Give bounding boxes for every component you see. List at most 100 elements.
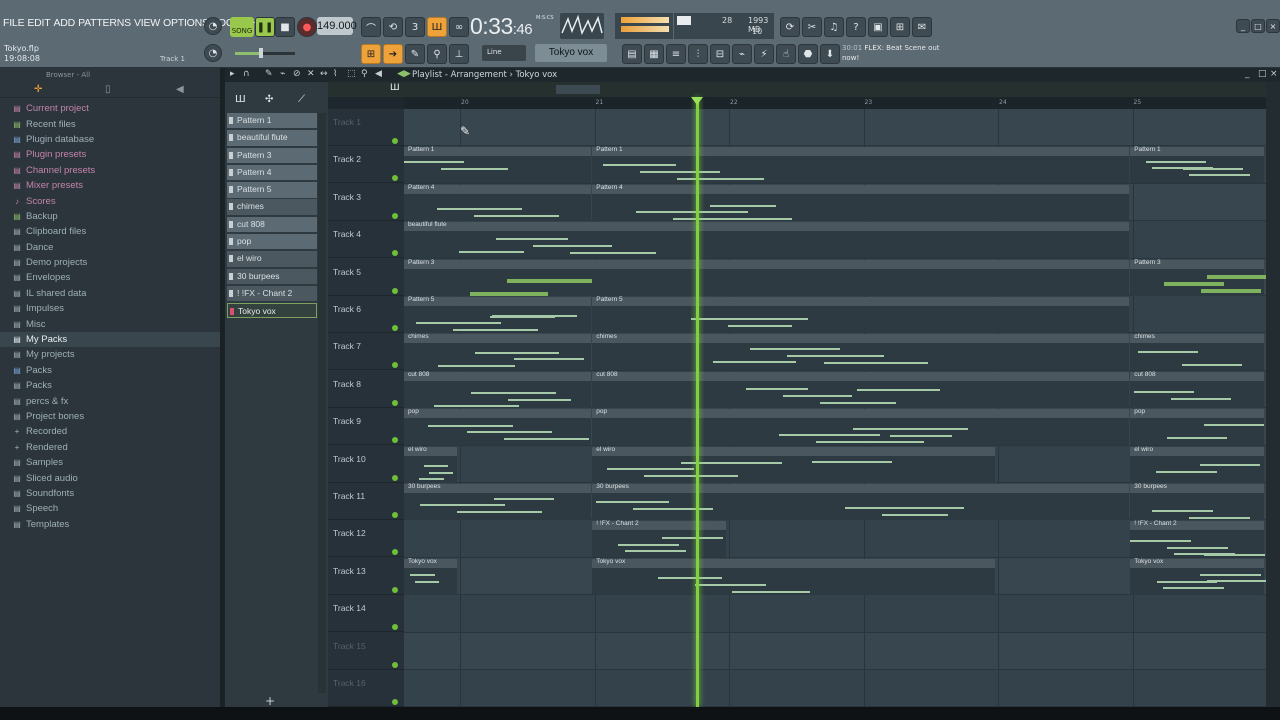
zoom-icon[interactable]: ⚲ bbox=[361, 69, 368, 79]
plug-icon[interactable]: ⚡ bbox=[754, 44, 774, 64]
menu-item-file[interactable]: FILE bbox=[3, 17, 25, 29]
track-header[interactable]: Track 3 bbox=[328, 184, 404, 221]
pattern-item[interactable]: chimes bbox=[227, 199, 317, 215]
track-header[interactable]: Track 7 bbox=[328, 333, 404, 371]
track-header[interactable]: Track 2 bbox=[328, 146, 404, 184]
track-lane[interactable] bbox=[404, 595, 1266, 633]
step-edit-icon[interactable]: Ш bbox=[427, 17, 447, 37]
browser-item[interactable]: ▤ Channel presets bbox=[0, 163, 220, 178]
plugin-picker-icon[interactable]: ⌁ bbox=[732, 44, 752, 64]
master-volume-knob-icon[interactable]: ◔ bbox=[204, 44, 222, 62]
browser-item[interactable]: ▤ Backup bbox=[0, 209, 220, 224]
track-lane[interactable] bbox=[404, 109, 1266, 147]
mixer-icon[interactable]: ⊞ bbox=[890, 17, 910, 37]
pattern-clip[interactable]: Pattern 5 bbox=[592, 296, 1130, 333]
pattern-item[interactable]: Pattern 3 bbox=[227, 147, 317, 163]
pattern-item[interactable]: 30 burpees bbox=[227, 268, 317, 284]
track-enable-led[interactable] bbox=[392, 175, 398, 182]
track-enable-led[interactable] bbox=[392, 661, 398, 668]
link-icon[interactable]: ⚲ bbox=[427, 44, 447, 64]
pattern-clip[interactable]: Pattern 3 bbox=[1130, 259, 1266, 296]
browser-item[interactable]: ▤ Templates bbox=[0, 517, 220, 532]
pattern-clip[interactable]: cut 808 bbox=[592, 371, 1130, 408]
playhead-marker[interactable] bbox=[691, 97, 703, 105]
track-enable-led[interactable] bbox=[392, 699, 398, 705]
mixer-window-icon[interactable]: ⫶ bbox=[688, 44, 708, 64]
track-header[interactable]: Track 1 bbox=[328, 109, 404, 146]
track-header[interactable]: Track 13 bbox=[328, 558, 404, 595]
pattern-clip[interactable]: el wiro bbox=[592, 446, 995, 483]
pattern-item[interactable]: Tokyo vox bbox=[227, 303, 317, 319]
channel-rack-icon[interactable]: ≡ bbox=[666, 44, 686, 64]
track-header[interactable]: Track 14 bbox=[328, 595, 404, 633]
pattern-clip[interactable]: cut 808 bbox=[404, 371, 592, 408]
stop-button[interactable]: ■ bbox=[275, 17, 295, 37]
pattern-clip[interactable]: ! !FX - Chant 2 bbox=[592, 520, 726, 558]
pattern-item[interactable]: el wiro bbox=[227, 251, 317, 267]
magnet-icon[interactable]: ∩ bbox=[243, 69, 250, 79]
track-enable-led[interactable] bbox=[392, 624, 398, 631]
download-icon[interactable]: ⬇ bbox=[820, 44, 840, 64]
browser-item[interactable]: ♪ Scores bbox=[0, 193, 220, 208]
browser-item[interactable]: ▤ Sliced audio bbox=[0, 470, 220, 485]
mute-icon[interactable]: ✕ bbox=[307, 69, 315, 79]
pattern-clip[interactable]: chimes bbox=[592, 333, 1130, 371]
track-header[interactable]: Track 16 bbox=[328, 670, 404, 707]
pattern-clip[interactable]: Pattern 5 bbox=[404, 296, 592, 333]
pattern-clip[interactable]: Pattern 4 bbox=[404, 184, 592, 221]
menu-item-options[interactable]: OPTIONS bbox=[163, 17, 209, 29]
track-header[interactable]: Track 10 bbox=[328, 446, 404, 483]
browser-item[interactable]: ▤ percs & fx bbox=[0, 393, 220, 408]
pattern-clip[interactable]: el wiro bbox=[1130, 446, 1264, 483]
cut-icon[interactable]: ✂ bbox=[802, 17, 822, 37]
refresh-icon[interactable]: ⟳ bbox=[780, 17, 800, 37]
loop-record-icon[interactable]: ∞ bbox=[449, 17, 469, 37]
slice-icon[interactable]: ⌇ bbox=[333, 69, 337, 79]
paint-icon[interactable]: ⌁ bbox=[280, 69, 285, 79]
browser-item[interactable]: ▤ Impulses bbox=[0, 301, 220, 316]
browser-item[interactable]: ▤ Project bones bbox=[0, 409, 220, 424]
wait-input-icon[interactable]: ⟲ bbox=[383, 17, 403, 37]
track-header[interactable]: Track 8 bbox=[328, 371, 404, 408]
pattern-clip[interactable]: 30 burpees bbox=[1130, 483, 1264, 520]
browser-item[interactable]: ▤ Speech bbox=[0, 501, 220, 516]
track-lane[interactable] bbox=[404, 633, 1266, 670]
browser-item[interactable]: ▤ Plugin database bbox=[0, 132, 220, 147]
sparkle-icon[interactable]: ✛ bbox=[34, 84, 42, 95]
help-icon[interactable]: ? bbox=[846, 17, 866, 37]
playhead[interactable] bbox=[696, 97, 699, 707]
pattern-clip[interactable]: 30 burpees bbox=[592, 483, 1130, 520]
menu-item-view[interactable]: VIEW bbox=[134, 17, 160, 29]
track-enable-led[interactable] bbox=[392, 586, 398, 593]
piano-icon[interactable]: Ш bbox=[235, 94, 246, 105]
picker-scrollbar[interactable] bbox=[318, 113, 326, 693]
add-pattern-icon[interactable]: + bbox=[265, 694, 275, 708]
track-enable-led[interactable] bbox=[392, 437, 398, 444]
track-header[interactable]: Track 11 bbox=[328, 483, 404, 520]
pattern-clip[interactable]: Tokyo vox bbox=[592, 558, 995, 595]
stamp-icon[interactable]: ⊥ bbox=[449, 44, 469, 64]
playlist-icon[interactable]: ▤ bbox=[622, 44, 642, 64]
piano-icon[interactable]: Ш bbox=[390, 83, 400, 93]
tempo-tapper-icon[interactable]: ⬣ bbox=[798, 44, 818, 64]
browser-item[interactable]: ▤ Clipboard files bbox=[0, 224, 220, 239]
chat-icon[interactable]: ✉ bbox=[912, 17, 932, 37]
pattern-clip[interactable]: beautiful flute bbox=[404, 221, 1130, 259]
browser-item[interactable]: ▤ Misc bbox=[0, 316, 220, 331]
track-header[interactable]: Track 4 bbox=[328, 221, 404, 259]
pattern-clip[interactable]: pop bbox=[404, 408, 592, 446]
pattern-clip[interactable]: ! !FX - Chant 2 bbox=[1130, 520, 1265, 558]
track-enable-led[interactable] bbox=[392, 474, 398, 481]
track-lane[interactable] bbox=[404, 670, 1266, 707]
slip-icon[interactable]: ↔ bbox=[320, 69, 328, 79]
pattern-clip[interactable]: 30 burpees bbox=[404, 483, 592, 520]
track-enable-led[interactable] bbox=[392, 512, 398, 518]
touch-controller-icon[interactable]: ☝ bbox=[776, 44, 796, 64]
pattern-item[interactable]: cut 808 bbox=[227, 216, 317, 233]
pattern-item[interactable]: ! !FX - Chant 2 bbox=[227, 285, 317, 302]
track-header[interactable]: Track 9 bbox=[328, 408, 404, 446]
browser-item[interactable]: ▤ Demo projects bbox=[0, 255, 220, 270]
select-icon[interactable]: ⬚ bbox=[347, 69, 356, 79]
browser-item[interactable]: + Recorded bbox=[0, 424, 220, 439]
pattern-clip[interactable]: Pattern 1 bbox=[592, 146, 1130, 184]
